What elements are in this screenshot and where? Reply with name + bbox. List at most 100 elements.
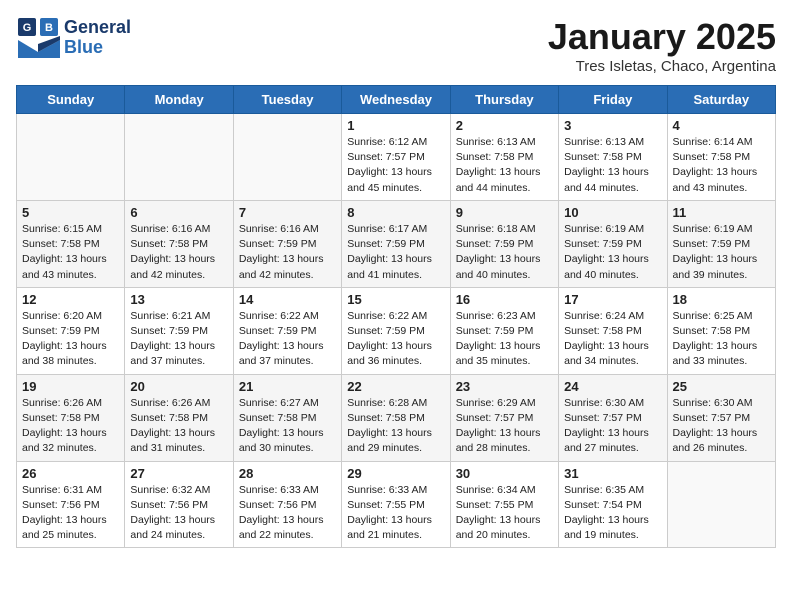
calendar-cell: 5 Sunrise: 6:15 AM Sunset: 7:58 PM Daylig… — [17, 200, 125, 287]
day-number: 11 — [673, 205, 770, 220]
title-section: January 2025 Tres Isletas, Chaco, Argent… — [548, 16, 776, 75]
calendar-cell: 12 Sunrise: 6:20 AM Sunset: 7:59 PM Dayli… — [17, 287, 125, 374]
day-info: Sunrise: 6:29 AM Sunset: 7:57 PM Dayligh… — [456, 396, 553, 457]
day-info: Sunrise: 6:32 AM Sunset: 7:56 PM Dayligh… — [130, 483, 227, 544]
calendar-cell: 2 Sunrise: 6:13 AM Sunset: 7:58 PM Daylig… — [450, 114, 558, 201]
calendar-cell: 21 Sunrise: 6:27 AM Sunset: 7:58 PM Dayli… — [233, 374, 341, 461]
calendar-cell: 23 Sunrise: 6:29 AM Sunset: 7:57 PM Dayli… — [450, 374, 558, 461]
calendar-cell: 4 Sunrise: 6:14 AM Sunset: 7:58 PM Daylig… — [667, 114, 775, 201]
day-number: 18 — [673, 292, 770, 307]
calendar-cell: 17Sunrise: 6:24 AM Sunset: 7:58 PM Dayli… — [559, 287, 667, 374]
calendar-cell: 1Sunrise: 6:12 AM Sunset: 7:57 PM Daylig… — [342, 114, 450, 201]
logo-line2: Blue — [64, 38, 131, 58]
calendar-cell: 31 Sunrise: 6:35 AM Sunset: 7:54 PM Dayli… — [559, 461, 667, 548]
day-info: Sunrise: 6:22 AM Sunset: 7:59 PM Dayligh… — [347, 309, 444, 370]
calendar-cell: 15 Sunrise: 6:22 AM Sunset: 7:59 PM Dayli… — [342, 287, 450, 374]
calendar-cell: 3 Sunrise: 6:13 AM Sunset: 7:58 PM Daylig… — [559, 114, 667, 201]
calendar-cell — [125, 114, 233, 201]
calendar-cell: 29 Sunrise: 6:33 AM Sunset: 7:55 PM Dayli… — [342, 461, 450, 548]
calendar-cell: 8 Sunrise: 6:17 AM Sunset: 7:59 PM Daylig… — [342, 200, 450, 287]
logo-line1: General — [64, 18, 131, 38]
day-number: 20 — [130, 379, 227, 394]
calendar-cell: 30Sunrise: 6:34 AM Sunset: 7:55 PM Dayli… — [450, 461, 558, 548]
day-info: Sunrise: 6:22 AM Sunset: 7:59 PM Dayligh… — [239, 309, 336, 370]
weekday-header-friday: Friday — [559, 86, 667, 114]
day-info: Sunrise: 6:31 AM Sunset: 7:56 PM Dayligh… — [22, 483, 119, 544]
day-info: Sunrise: 6:27 AM Sunset: 7:58 PM Dayligh… — [239, 396, 336, 457]
weekday-header-sunday: Sunday — [17, 86, 125, 114]
day-number: 29 — [347, 466, 444, 481]
calendar-week-row: 26 Sunrise: 6:31 AM Sunset: 7:56 PM Dayli… — [17, 461, 776, 548]
day-number: 16 — [456, 292, 553, 307]
svg-text:B: B — [45, 22, 53, 34]
logo: G B General Blue — [16, 16, 131, 60]
weekday-header-thursday: Thursday — [450, 86, 558, 114]
location-subtitle: Tres Isletas, Chaco, Argentina — [548, 58, 776, 75]
calendar-cell: 28Sunrise: 6:33 AM Sunset: 7:56 PM Dayli… — [233, 461, 341, 548]
day-info: Sunrise: 6:16 AM Sunset: 7:58 PM Dayligh… — [130, 222, 227, 283]
day-info: Sunrise: 6:21 AM Sunset: 7:59 PM Dayligh… — [130, 309, 227, 370]
day-number: 13 — [130, 292, 227, 307]
day-info: Sunrise: 6:24 AM Sunset: 7:58 PM Dayligh… — [564, 309, 661, 370]
day-number: 10 — [564, 205, 661, 220]
weekday-header-monday: Monday — [125, 86, 233, 114]
day-number: 25 — [673, 379, 770, 394]
day-info: Sunrise: 6:30 AM Sunset: 7:57 PM Dayligh… — [673, 396, 770, 457]
day-info: Sunrise: 6:17 AM Sunset: 7:59 PM Dayligh… — [347, 222, 444, 283]
day-number: 7 — [239, 205, 336, 220]
calendar-cell: 18 Sunrise: 6:25 AM Sunset: 7:58 PM Dayli… — [667, 287, 775, 374]
day-number: 14 — [239, 292, 336, 307]
day-info: Sunrise: 6:30 AM Sunset: 7:57 PM Dayligh… — [564, 396, 661, 457]
day-number: 27 — [130, 466, 227, 481]
day-number: 31 — [564, 466, 661, 481]
day-number: 8 — [347, 205, 444, 220]
calendar-cell: 9 Sunrise: 6:18 AM Sunset: 7:59 PM Daylig… — [450, 200, 558, 287]
day-number: 2 — [456, 118, 553, 133]
page-header: G B General Blue January 2025 Tres Islet… — [16, 16, 776, 75]
calendar-week-row: 19Sunrise: 6:26 AM Sunset: 7:58 PM Dayli… — [17, 374, 776, 461]
calendar-cell: 13 Sunrise: 6:21 AM Sunset: 7:59 PM Dayli… — [125, 287, 233, 374]
calendar-week-row: 12 Sunrise: 6:20 AM Sunset: 7:59 PM Dayli… — [17, 287, 776, 374]
weekday-header-tuesday: Tuesday — [233, 86, 341, 114]
day-info: Sunrise: 6:13 AM Sunset: 7:58 PM Dayligh… — [564, 135, 661, 196]
day-number: 24 — [564, 379, 661, 394]
day-number: 9 — [456, 205, 553, 220]
day-number: 23 — [456, 379, 553, 394]
day-number: 6 — [130, 205, 227, 220]
calendar-cell: 22Sunrise: 6:28 AM Sunset: 7:58 PM Dayli… — [342, 374, 450, 461]
calendar-cell: 26 Sunrise: 6:31 AM Sunset: 7:56 PM Dayli… — [17, 461, 125, 548]
day-number: 21 — [239, 379, 336, 394]
calendar-cell: 10Sunrise: 6:19 AM Sunset: 7:59 PM Dayli… — [559, 200, 667, 287]
calendar-cell: 6 Sunrise: 6:16 AM Sunset: 7:58 PM Daylig… — [125, 200, 233, 287]
calendar-table: SundayMondayTuesdayWednesdayThursdayFrid… — [16, 85, 776, 548]
day-info: Sunrise: 6:15 AM Sunset: 7:58 PM Dayligh… — [22, 222, 119, 283]
day-number: 26 — [22, 466, 119, 481]
logo-icon: G B — [16, 16, 60, 60]
calendar-cell — [667, 461, 775, 548]
day-number: 3 — [564, 118, 661, 133]
day-info: Sunrise: 6:25 AM Sunset: 7:58 PM Dayligh… — [673, 309, 770, 370]
calendar-week-row: 5 Sunrise: 6:15 AM Sunset: 7:58 PM Daylig… — [17, 200, 776, 287]
day-number: 15 — [347, 292, 444, 307]
day-number: 28 — [239, 466, 336, 481]
day-info: Sunrise: 6:33 AM Sunset: 7:55 PM Dayligh… — [347, 483, 444, 544]
day-info: Sunrise: 6:20 AM Sunset: 7:59 PM Dayligh… — [22, 309, 119, 370]
day-info: Sunrise: 6:18 AM Sunset: 7:59 PM Dayligh… — [456, 222, 553, 283]
day-info: Sunrise: 6:14 AM Sunset: 7:58 PM Dayligh… — [673, 135, 770, 196]
day-number: 30 — [456, 466, 553, 481]
month-year-title: January 2025 — [548, 16, 776, 58]
day-number: 12 — [22, 292, 119, 307]
calendar-cell: 24 Sunrise: 6:30 AM Sunset: 7:57 PM Dayli… — [559, 374, 667, 461]
calendar-cell: 20 Sunrise: 6:26 AM Sunset: 7:58 PM Dayli… — [125, 374, 233, 461]
calendar-cell: 16 Sunrise: 6:23 AM Sunset: 7:59 PM Dayli… — [450, 287, 558, 374]
weekday-header-saturday: Saturday — [667, 86, 775, 114]
calendar-cell: 25 Sunrise: 6:30 AM Sunset: 7:57 PM Dayli… — [667, 374, 775, 461]
calendar-cell: 7Sunrise: 6:16 AM Sunset: 7:59 PM Daylig… — [233, 200, 341, 287]
day-info: Sunrise: 6:23 AM Sunset: 7:59 PM Dayligh… — [456, 309, 553, 370]
day-info: Sunrise: 6:26 AM Sunset: 7:58 PM Dayligh… — [130, 396, 227, 457]
day-info: Sunrise: 6:35 AM Sunset: 7:54 PM Dayligh… — [564, 483, 661, 544]
day-info: Sunrise: 6:13 AM Sunset: 7:58 PM Dayligh… — [456, 135, 553, 196]
day-info: Sunrise: 6:26 AM Sunset: 7:58 PM Dayligh… — [22, 396, 119, 457]
day-number: 4 — [673, 118, 770, 133]
day-number: 5 — [22, 205, 119, 220]
